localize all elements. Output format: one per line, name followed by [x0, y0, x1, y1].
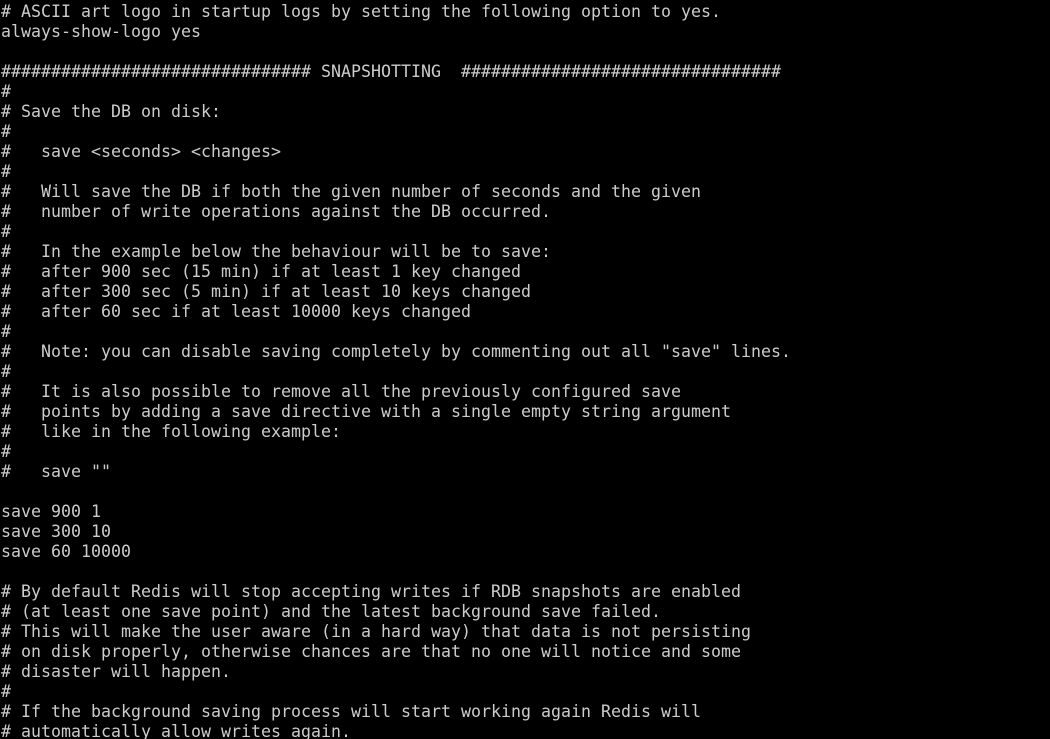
terminal-line: # Save the DB on disk:: [1, 102, 221, 121]
terminal-line: # By default Redis will stop accepting w…: [1, 582, 741, 601]
terminal-line: # automatically allow writes again.: [1, 722, 351, 739]
terminal-line: #: [1, 122, 11, 141]
terminal-line: # after 60 sec if at least 10000 keys ch…: [1, 302, 471, 321]
terminal-line: # This will make the user aware (in a ha…: [1, 622, 751, 641]
terminal-line: # after 900 sec (15 min) if at least 1 k…: [1, 262, 521, 281]
terminal-line: always-show-logo yes: [1, 22, 201, 41]
terminal-line: # (at least one save point) and the late…: [1, 602, 661, 621]
terminal-line: # Will save the DB if both the given num…: [1, 182, 701, 201]
terminal-line: save 60 10000: [1, 542, 131, 561]
terminal-screen-text[interactable]: # ASCII art logo in startup logs by sett…: [0, 0, 791, 739]
terminal-line: # save <seconds> <changes>: [1, 142, 281, 161]
terminal-line: # like in the following example:: [1, 422, 341, 441]
terminal-line: #: [1, 362, 11, 381]
terminal-line: save 300 10: [1, 522, 111, 541]
terminal-line: #: [1, 82, 11, 101]
terminal-line: # on disk properly, otherwise chances ar…: [1, 642, 741, 661]
terminal-line: # It is also possible to remove all the …: [1, 382, 681, 401]
terminal-line: # ASCII art logo in startup logs by sett…: [1, 2, 721, 21]
terminal-line: # Note: you can disable saving completel…: [1, 342, 791, 361]
terminal-line: #: [1, 162, 11, 181]
terminal-line: #: [1, 322, 11, 341]
terminal-line: #: [1, 222, 11, 241]
terminal-line: # points by adding a save directive with…: [1, 402, 731, 421]
terminal-line: # In the example below the behaviour wil…: [1, 242, 551, 261]
terminal-line: # If the background saving process will …: [1, 702, 701, 721]
terminal-line: ############################### SNAPSHOT…: [1, 62, 781, 81]
terminal-line: # number of write operations against the…: [1, 202, 551, 221]
terminal-line: #: [1, 682, 11, 701]
terminal-line: # disaster will happen.: [1, 662, 231, 681]
terminal-line: #: [1, 442, 11, 461]
terminal-window[interactable]: # ASCII art logo in startup logs by sett…: [0, 0, 1050, 739]
terminal-line: # save "": [1, 462, 111, 481]
terminal-line: save 900 1: [1, 502, 101, 521]
terminal-line: # after 300 sec (5 min) if at least 10 k…: [1, 282, 531, 301]
